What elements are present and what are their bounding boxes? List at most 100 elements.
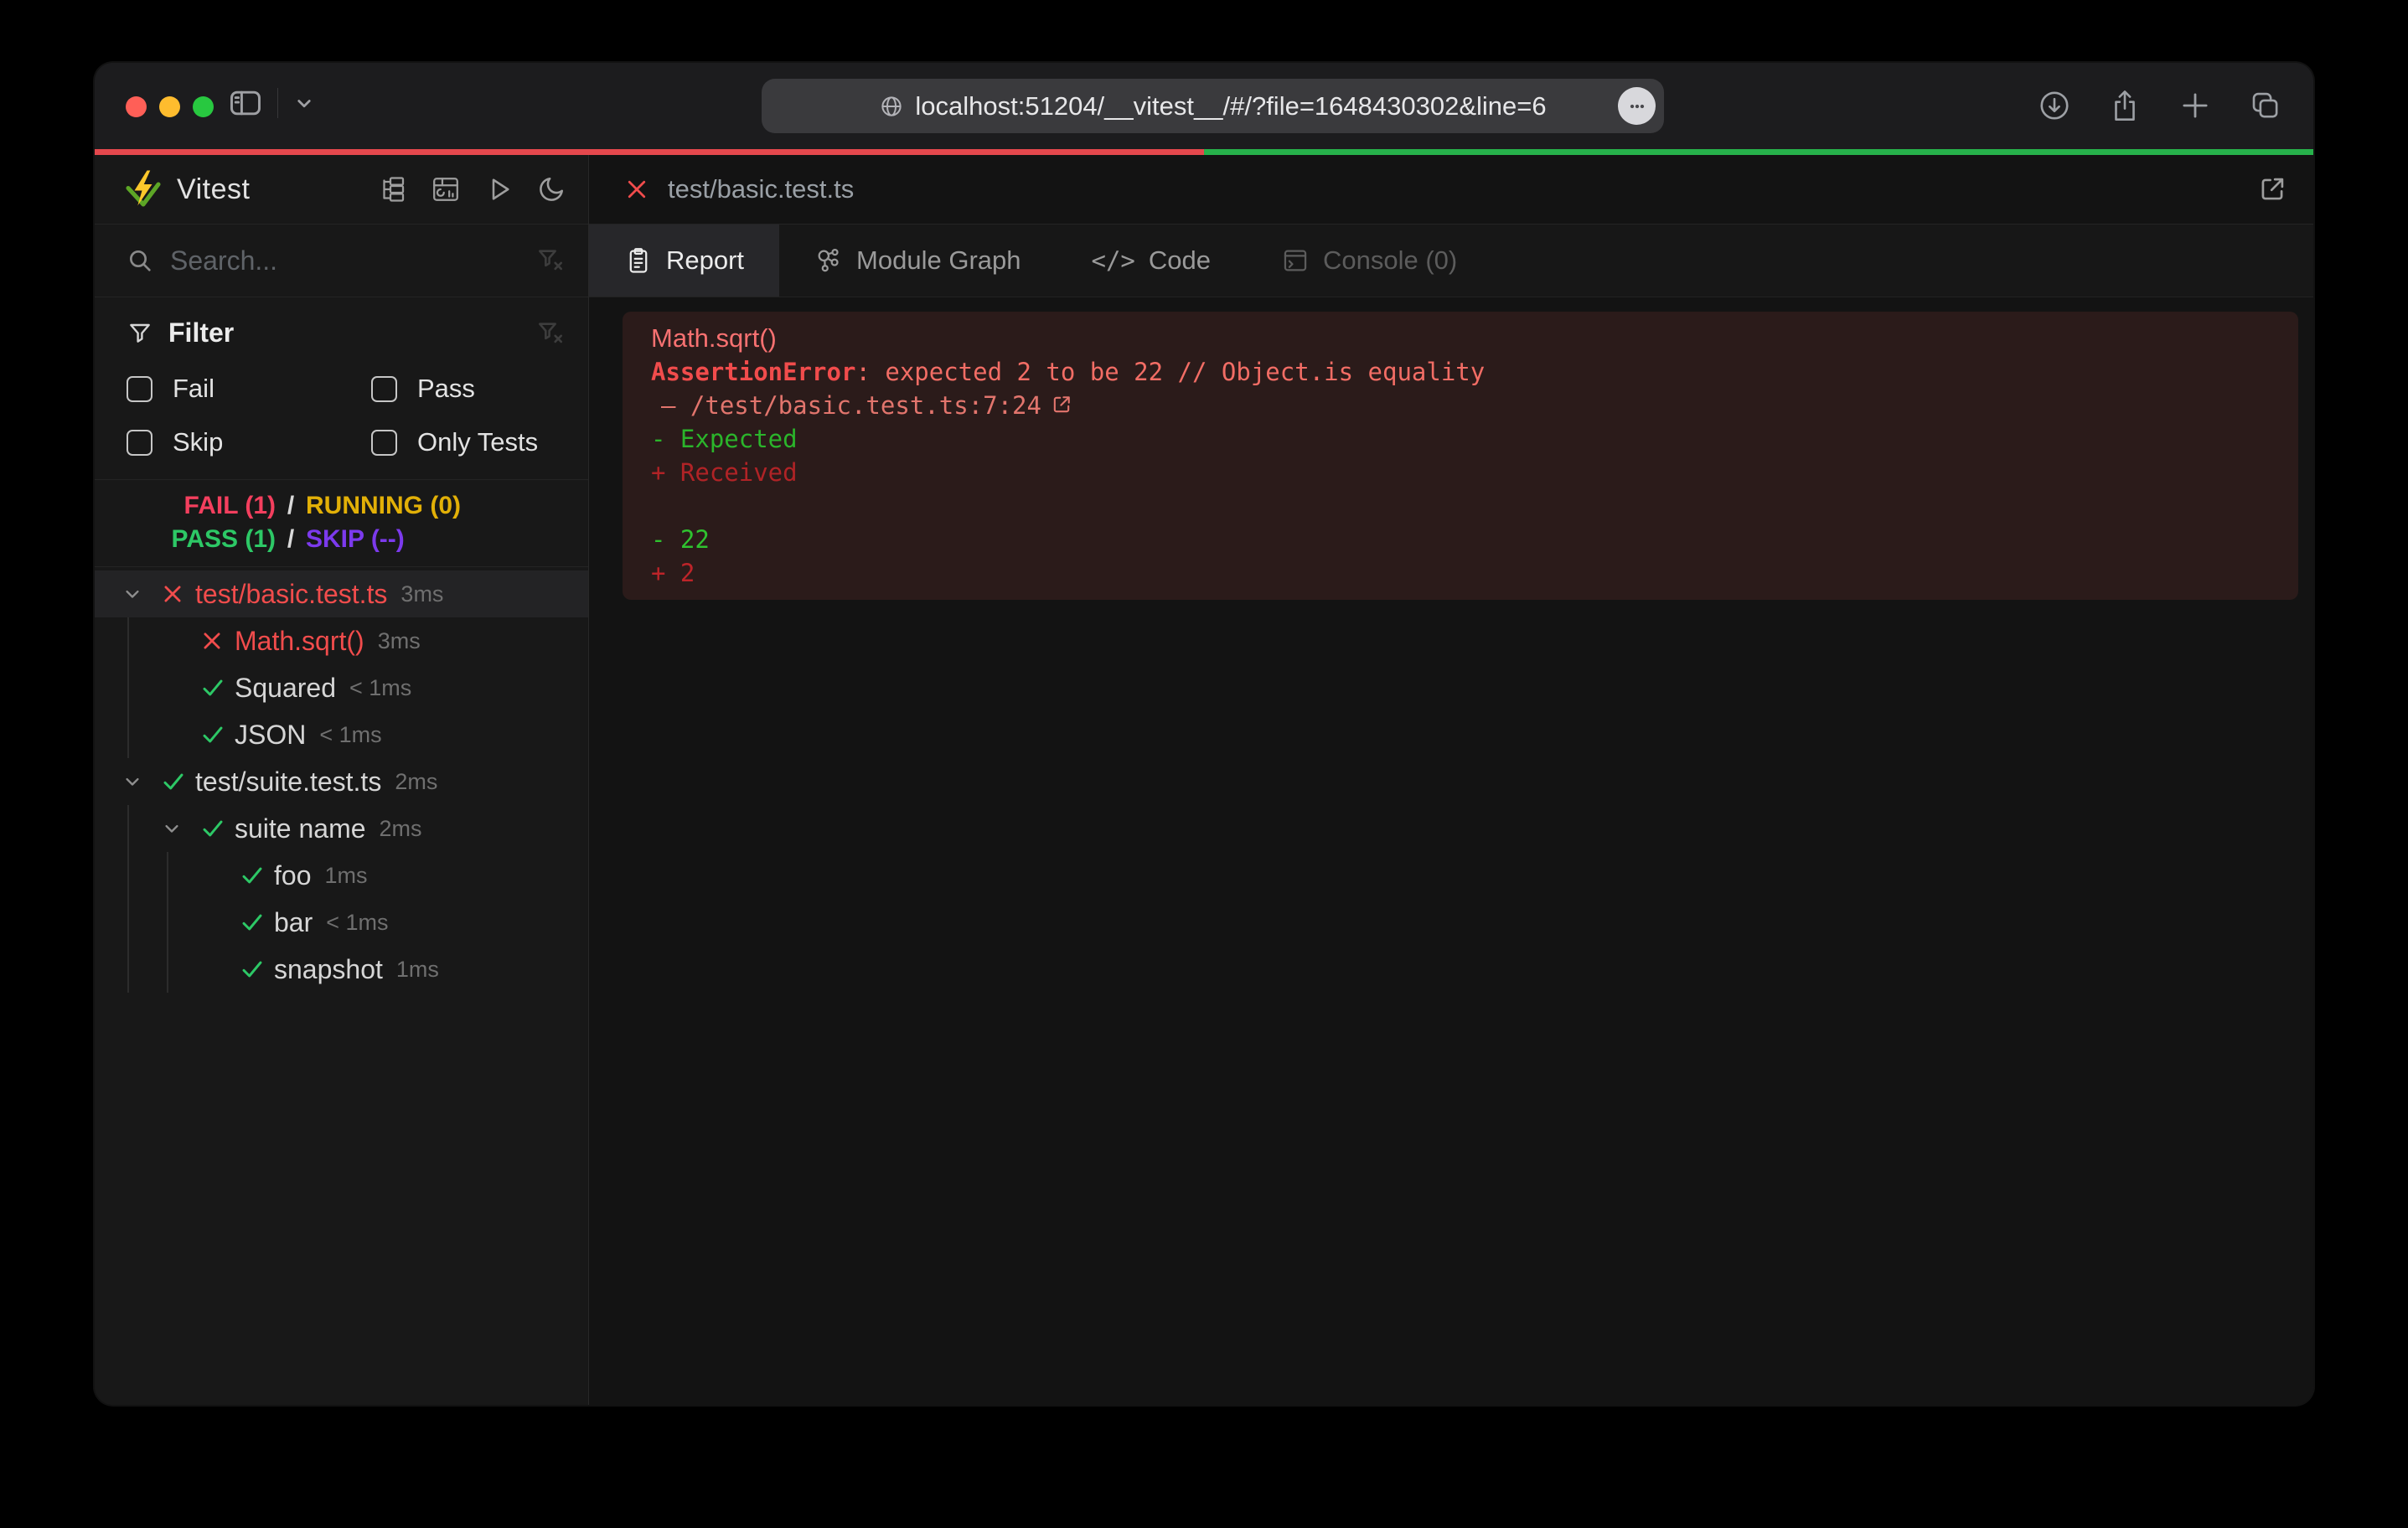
open-stack-in-editor-icon bbox=[1050, 393, 1073, 416]
test-summary: FAIL (1) / RUNNING (0) PASS (1) / SKIP (… bbox=[95, 479, 588, 567]
test-name: test/basic.test.ts bbox=[195, 579, 387, 610]
pass-check-icon bbox=[199, 815, 228, 842]
tree-row-json[interactable]: JSON < 1ms bbox=[95, 711, 588, 758]
search-icon bbox=[127, 247, 153, 274]
checkbox-fail[interactable] bbox=[127, 376, 152, 402]
summary-skip-count: SKIP (--) bbox=[306, 525, 588, 554]
pass-check-icon bbox=[239, 909, 267, 936]
close-window-button[interactable] bbox=[126, 96, 147, 117]
open-file-name: test/basic.test.ts bbox=[668, 174, 854, 204]
indent-guide bbox=[127, 946, 129, 993]
tree-row-foo[interactable]: foo1ms bbox=[95, 852, 588, 899]
tab-code[interactable]: </>Code bbox=[1057, 225, 1247, 297]
report-content: Math.sqrt() AssertionError: expected 2 t… bbox=[589, 297, 2313, 1405]
test-name: suite name bbox=[235, 813, 366, 844]
search-input[interactable] bbox=[170, 245, 536, 276]
dark-mode-icon[interactable] bbox=[536, 174, 566, 204]
file-fail-icon bbox=[624, 177, 649, 202]
test-duration: < 1ms bbox=[319, 722, 381, 748]
clear-filter-icon[interactable] bbox=[536, 319, 565, 348]
site-globe-icon bbox=[879, 94, 904, 119]
url-text: localhost:51204/__vitest__/#/?file=16484… bbox=[915, 91, 1546, 121]
diff-spacer bbox=[651, 489, 2270, 523]
test-duration: 1ms bbox=[324, 863, 367, 889]
open-in-editor-icon[interactable] bbox=[2256, 173, 2288, 205]
test-duration: 3ms bbox=[400, 581, 443, 607]
tab-console[interactable]: Console (0) bbox=[1246, 225, 1492, 297]
tree-row-suite-name[interactable]: suite name2ms bbox=[95, 805, 588, 852]
pass-check-icon bbox=[199, 674, 228, 701]
console-icon bbox=[1281, 246, 1310, 275]
filter-checkbox-pass[interactable]: Pass bbox=[371, 374, 565, 404]
test-name: JSON bbox=[235, 720, 306, 751]
test-name: bar bbox=[274, 907, 313, 938]
indent-guide bbox=[127, 664, 129, 711]
test-duration: < 1ms bbox=[349, 675, 411, 701]
zoom-window-button[interactable] bbox=[193, 96, 214, 117]
checkbox-label-pass: Pass bbox=[417, 374, 475, 404]
diff-expected-label: - Expected bbox=[651, 422, 2270, 456]
clear-search-filter-icon[interactable] bbox=[536, 246, 565, 275]
test-name: snapshot bbox=[274, 954, 383, 985]
tree-row-math-sqrt[interactable]: Math.sqrt()3ms bbox=[95, 617, 588, 664]
tab-module-graph[interactable]: Module Graph bbox=[779, 225, 1056, 297]
new-tab-button[interactable] bbox=[2178, 88, 2213, 123]
filter-checkbox-skip[interactable]: Skip bbox=[127, 427, 371, 457]
toolbar-divider bbox=[277, 88, 278, 118]
tab-group-chevron-icon[interactable] bbox=[292, 90, 317, 116]
browser-window: localhost:51204/__vitest__/#/?file=16484… bbox=[95, 63, 2313, 1405]
progress-fail-segment bbox=[95, 149, 1204, 155]
fail-x-icon bbox=[160, 581, 189, 607]
checkbox-label-fail: Fail bbox=[173, 374, 214, 404]
filter-checkbox-only-tests[interactable]: Only Tests bbox=[371, 427, 565, 457]
tree-row-test-basic-test-ts[interactable]: test/basic.test.ts 3ms bbox=[95, 570, 588, 617]
test-duration: 1ms bbox=[396, 957, 439, 983]
expand-tree-icon[interactable] bbox=[378, 174, 408, 204]
tree-row-squared[interactable]: Squared < 1ms bbox=[95, 664, 588, 711]
progress-pass-segment bbox=[1204, 149, 2313, 155]
indent-guide bbox=[127, 617, 129, 664]
test-duration: < 1ms bbox=[326, 910, 388, 936]
tab-report[interactable]: Report bbox=[589, 225, 779, 297]
collapse-chevron-icon[interactable] bbox=[121, 770, 160, 793]
tree-row-snapshot[interactable]: snapshot 1ms bbox=[95, 946, 588, 993]
error-report-panel: Math.sqrt() AssertionError: expected 2 t… bbox=[623, 312, 2298, 600]
summary-fail-count: FAIL (1) bbox=[184, 492, 276, 520]
checkbox-only-tests[interactable] bbox=[371, 430, 397, 456]
collapse-chevron-icon[interactable] bbox=[160, 817, 199, 840]
assertion-error-line: AssertionError: expected 2 to be 22 // O… bbox=[651, 355, 2270, 389]
indent-guide bbox=[167, 946, 168, 993]
stack-trace-line[interactable]: – /test/basic.test.ts:7:24 bbox=[651, 389, 2270, 422]
sidebar-toggle-icon[interactable] bbox=[227, 85, 264, 121]
page-settings-button[interactable] bbox=[1618, 87, 1656, 125]
address-bar[interactable]: localhost:51204/__vitest__/#/?file=16484… bbox=[762, 79, 1664, 133]
filter-checkbox-fail[interactable]: Fail bbox=[127, 374, 371, 404]
filter-options: Fail Pass Skip Only Tests bbox=[127, 374, 565, 457]
collapse-chevron-icon[interactable] bbox=[121, 582, 160, 606]
filter-funnel-icon bbox=[127, 320, 153, 347]
indent-guide bbox=[127, 711, 129, 758]
share-button[interactable] bbox=[2107, 88, 2142, 123]
summary-running-count: RUNNING (0) bbox=[306, 492, 588, 520]
dashboard-icon[interactable] bbox=[431, 174, 461, 204]
minimize-window-button[interactable] bbox=[159, 96, 180, 117]
checkbox-label-skip: Skip bbox=[173, 427, 223, 457]
indent-guide bbox=[167, 852, 168, 899]
diff-expected-value: - 22 bbox=[651, 523, 2270, 556]
test-tree: test/basic.test.ts3msMath.sqrt()3msSquar… bbox=[95, 567, 588, 1405]
pass-check-icon bbox=[160, 768, 189, 795]
checkbox-pass[interactable] bbox=[371, 376, 397, 402]
checkbox-label-only-tests: Only Tests bbox=[417, 427, 538, 457]
tree-row-test-suite-test-ts[interactable]: test/suite.test.ts2ms bbox=[95, 758, 588, 805]
indent-guide bbox=[127, 899, 129, 946]
report-icon bbox=[624, 246, 653, 275]
test-name: test/suite.test.ts bbox=[195, 767, 381, 798]
app-title: Vitest bbox=[177, 173, 250, 206]
downloads-button[interactable] bbox=[2037, 88, 2072, 123]
checkbox-skip[interactable] bbox=[127, 430, 152, 456]
run-all-tests-icon[interactable] bbox=[483, 174, 514, 204]
test-name: Squared bbox=[235, 673, 336, 704]
tree-row-bar[interactable]: bar < 1ms bbox=[95, 899, 588, 946]
view-tabs: ReportModule Graph</>CodeConsole (0) bbox=[589, 225, 2313, 297]
tab-overview-button[interactable] bbox=[2248, 88, 2283, 123]
